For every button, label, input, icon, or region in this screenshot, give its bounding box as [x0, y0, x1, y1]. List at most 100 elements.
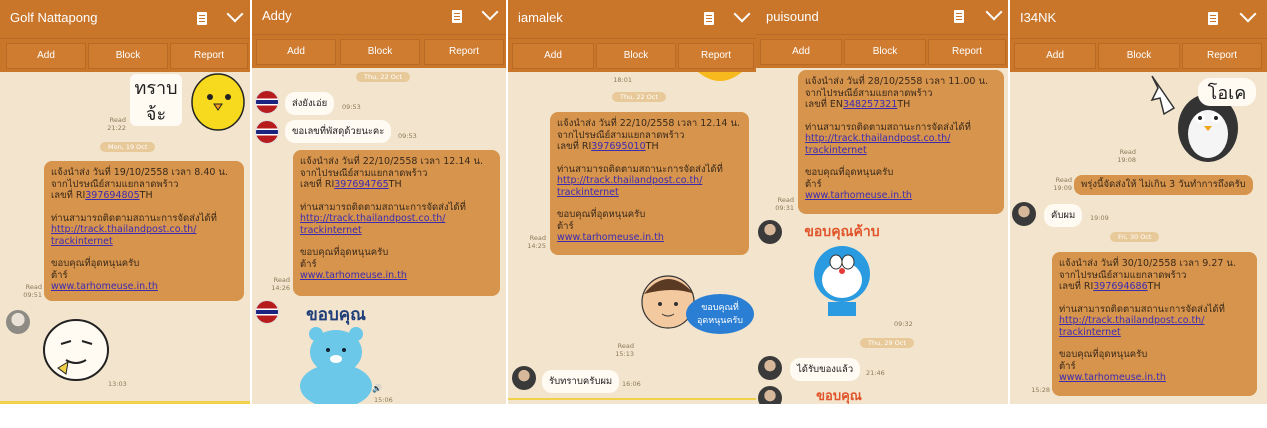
chevron-down-icon[interactable]: [985, 3, 1003, 21]
message-bubble[interactable]: คับผม: [1044, 204, 1083, 227]
message-bubble[interactable]: พรุ่งนี้จัดส่งให้ ไม่เกิน 3 วันทำการถึงค…: [1074, 175, 1253, 195]
message-line: TH: [645, 141, 659, 152]
add-button[interactable]: Add: [6, 43, 86, 69]
add-button[interactable]: Add: [256, 39, 336, 65]
report-button[interactable]: Report: [678, 43, 754, 69]
chat-area[interactable]: แจ้งนำส่ง วันที่ 28/10/2558 เวลา 11.00 น…: [756, 68, 1008, 404]
website-link[interactable]: www.tarhomeuse.in.th: [300, 270, 493, 282]
message-bubble[interactable]: ส่งยังเอ่ย: [285, 92, 335, 115]
chevron-down-icon[interactable]: [1239, 5, 1257, 23]
add-button[interactable]: Add: [1014, 43, 1096, 69]
message-line: เลขที่ RI: [51, 190, 86, 201]
contact-avatar[interactable]: [758, 386, 782, 404]
message-bubble[interactable]: ได้รับของแล้ว: [790, 358, 861, 381]
timestamp: 09:31: [775, 204, 794, 212]
note-icon[interactable]: [1208, 12, 1218, 25]
report-button[interactable]: Report: [1182, 43, 1262, 69]
contact-avatar[interactable]: [1012, 202, 1036, 226]
block-button[interactable]: Block: [88, 43, 168, 69]
track-link[interactable]: trackinternet: [1059, 327, 1250, 339]
report-button[interactable]: Report: [928, 39, 1006, 65]
chat-panel-i34nk: I34NK Add Block Report โอเค Read 19:08 พร…: [1010, 0, 1267, 404]
chat-area[interactable]: 18:01 Thu, 22 Oct แจ้งนำส่ง วันที่ 22/10…: [508, 72, 756, 404]
sticker-partial: ขอบคุณ: [816, 389, 862, 404]
chat-area[interactable]: ทราบ จ้ะ Read 21:22 Mon, 19 Oct แจ้งนำส่ง…: [0, 72, 250, 404]
note-icon[interactable]: [954, 10, 964, 23]
message-bubble[interactable]: แจ้งนำส่ง วันที่ 19/10/2558 เวลา 8.40 น.…: [44, 161, 244, 301]
message-bubble[interactable]: แจ้งนำส่ง วันที่ 22/10/2558 เวลา 12.14 น…: [550, 112, 749, 255]
website-link[interactable]: www.tarhomeuse.in.th: [1059, 372, 1250, 384]
chat-area[interactable]: Thu, 22 Oct ส่งยังเอ่ย 09:53 ขอเลขที่พัส…: [252, 68, 506, 404]
contact-avatar[interactable]: [758, 356, 782, 380]
add-button[interactable]: Add: [760, 39, 842, 65]
chevron-down-icon[interactable]: [226, 5, 244, 23]
chat-area[interactable]: โอเค Read 19:08 พรุ่งนี้จัดส่งให้ ไม่เกิน…: [1010, 72, 1267, 404]
chevron-down-icon[interactable]: [733, 5, 751, 23]
chat-title: Addy: [262, 8, 292, 23]
timestamp: 09:51: [23, 291, 42, 299]
message-bubble[interactable]: แจ้งนำส่ง วันที่ 30/10/2558 เวลา 9.27 น.…: [1052, 252, 1257, 396]
contact-avatar[interactable]: [255, 300, 279, 324]
action-bar: Add Block Report: [0, 38, 250, 72]
tracking-number-link[interactable]: 397695010: [591, 141, 645, 152]
tracking-number-link[interactable]: 348257321: [843, 99, 897, 110]
message-bubble[interactable]: ขอเลขที่พัสดุด้วยนะคะ: [285, 120, 392, 143]
track-link[interactable]: trackinternet: [805, 145, 997, 157]
message-bubble[interactable]: แจ้งนำส่ง วันที่ 28/10/2558 เวลา 11.00 น…: [798, 70, 1004, 214]
timestamp: 09:53: [398, 132, 417, 140]
track-link[interactable]: http://track.thailandpost.co.th/: [300, 213, 493, 225]
block-button[interactable]: Block: [340, 39, 420, 65]
contact-avatar[interactable]: [6, 310, 30, 334]
tracking-number-link[interactable]: 397694805: [85, 190, 139, 201]
message-line: แจ้งนำส่ง วันที่ 28/10/2558 เวลา 11.00 น…: [805, 76, 988, 87]
message-line: ขอบคุณที่อุดหนุนครับ: [300, 247, 389, 258]
message-line: TH: [1147, 281, 1161, 292]
message-line: ขอบคุณที่อุดหนุนครับ: [557, 209, 646, 220]
timestamp: 15:28: [1031, 386, 1050, 394]
block-button[interactable]: Block: [596, 43, 676, 69]
date-badge: Thu, 29 Oct: [860, 338, 914, 348]
message-bubble[interactable]: รับทราบครับผม: [542, 370, 620, 393]
track-link[interactable]: http://track.thailandpost.co.th/: [1059, 315, 1250, 327]
contact-avatar[interactable]: [255, 90, 279, 114]
message-line: ท่านสามารถติดตามสถานะการจัดส่งได้ที่: [805, 121, 971, 133]
note-icon[interactable]: [704, 12, 714, 25]
timestamp: 15:13: [615, 350, 634, 358]
read-status: Read 19:08: [1110, 148, 1136, 164]
contact-avatar[interactable]: [512, 366, 536, 390]
action-bar: Add Block Report: [508, 38, 756, 72]
chat-panel-addy: Addy Add Block Report Thu, 22 Oct ส่งยัง…: [252, 0, 506, 404]
message-line: ต้าร์: [51, 269, 68, 281]
website-link[interactable]: www.tarhomeuse.in.th: [805, 190, 997, 202]
contact-avatar[interactable]: [255, 120, 279, 144]
website-link[interactable]: www.tarhomeuse.in.th: [51, 281, 237, 293]
block-button[interactable]: Block: [1098, 43, 1180, 69]
timestamp: 09:32: [894, 320, 913, 328]
timestamp: 14:25: [527, 242, 546, 250]
track-link[interactable]: trackinternet: [51, 236, 237, 248]
track-link[interactable]: http://track.thailandpost.co.th/: [51, 224, 237, 236]
note-icon[interactable]: [197, 12, 207, 25]
track-link[interactable]: http://track.thailandpost.co.th/: [805, 133, 997, 145]
timestamp: 09:53: [342, 103, 361, 111]
chevron-down-icon[interactable]: [481, 3, 499, 21]
track-link[interactable]: trackinternet: [557, 187, 742, 199]
message-line: จากไปรษณีย์สามแยกลาดพร้าว: [51, 178, 179, 190]
website-link[interactable]: www.tarhomeuse.in.th: [557, 232, 742, 244]
report-button[interactable]: Report: [170, 43, 248, 69]
track-link[interactable]: http://track.thailandpost.co.th/: [557, 175, 742, 187]
message-bubble[interactable]: แจ้งนำส่ง วันที่ 22/10/2558 เวลา 12.14 น…: [293, 150, 500, 296]
message-line: ต้าร์: [557, 220, 574, 232]
track-link[interactable]: trackinternet: [300, 225, 493, 237]
date-badge: Thu, 22 Oct: [612, 92, 666, 102]
timestamp: 18:01: [613, 76, 632, 84]
add-button[interactable]: Add: [512, 43, 594, 69]
block-button[interactable]: Block: [844, 39, 926, 65]
contact-avatar[interactable]: [758, 220, 782, 244]
tracking-number-link[interactable]: 397694765: [334, 179, 388, 190]
timestamp: 13:03: [108, 380, 127, 388]
report-button[interactable]: Report: [424, 39, 504, 65]
note-icon[interactable]: [452, 10, 462, 23]
speaker-icon[interactable]: 🔊: [372, 384, 382, 393]
tracking-number-link[interactable]: 397694686: [1093, 281, 1147, 292]
